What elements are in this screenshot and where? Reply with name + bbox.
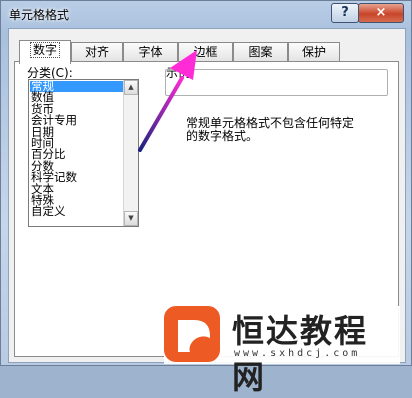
watermark-url: www.sxhdcj.com xyxy=(234,348,361,359)
tab-number[interactable]: 数字 xyxy=(19,40,71,64)
watermark: 恒达教程网 www.sxhdcj.com xyxy=(164,306,400,396)
brand-logo-icon xyxy=(164,306,220,362)
